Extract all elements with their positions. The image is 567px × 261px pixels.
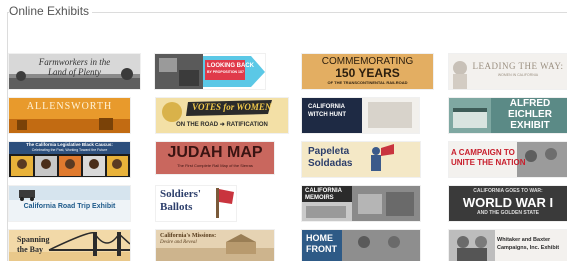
exhibit-title-line1: California Road Trip Exhibit <box>23 203 116 210</box>
exhibit-title-line1: Soldiers' <box>160 188 201 200</box>
exhibit-title-line1: CALIFORNIA GOES TO WAR: <box>473 188 543 194</box>
section-title: Online Exhibits <box>9 4 93 18</box>
exhibit-title-line3: AND THE GOLDEN STATE <box>476 210 540 216</box>
exhibit-tile-missions[interactable]: California's Missions: Desire and Reveal <box>156 230 274 261</box>
exhibit-title-line2: The First Complete Rail Map of the Sierr… <box>177 163 253 168</box>
exhibit-title-line1: ALLENSWORTH <box>26 101 113 112</box>
exhibit-tile-unite-nation[interactable]: A CAMPAIGN TO UNITE THE NATION <box>449 142 567 177</box>
exhibit-title-line2: WORLD WAR I <box>462 195 554 210</box>
exhibit-title-line2: the Bay <box>17 245 43 254</box>
leading-the-way-portrait <box>453 61 467 89</box>
exhibit-tile-votes-for-women[interactable]: VOTES for WOMEN ON THE ROAD ➜ RATIFICATI… <box>156 98 288 133</box>
exhibit-title-line1: LOOKING BACK <box>207 63 254 69</box>
exhibit-tile-whitaker-baxter[interactable]: Whitaker and Baxter Campaigns, Inc. Exhi… <box>449 230 567 261</box>
exhibit-tile-judah-map[interactable]: JUDAH MAP The First Complete Rail Map of… <box>156 142 274 174</box>
exhibit-title-line1: The California Legislative Black Caucus: <box>26 142 113 147</box>
exhibit-title-line1: JUDAH MAP <box>167 144 263 161</box>
exhibit-tile-farmworkers[interactable]: Farmworkers in the Land of Plenty <box>9 54 140 89</box>
exhibit-tile-spanning-bay[interactable]: Spanning the Bay <box>9 230 130 261</box>
exhibit-tile-transcontinental[interactable]: COMMEMORATING 150 YEARS OF THE TRANSCONT… <box>302 54 433 89</box>
exhibit-title-line2: Soldadas <box>308 158 353 169</box>
exhibit-title-line1: LEADING THE WAY: <box>472 61 564 71</box>
exhibit-title-line2: FRONT <box>306 244 337 254</box>
exhibit-title-line1: CALIFORNIA <box>308 104 345 110</box>
exhibit-tile-leading-the-way[interactable]: LEADING THE WAY: WOMEN IN CALIFORNIA <box>449 54 567 89</box>
exhibit-title-line2: Celebrating the Past, Working Toward the… <box>31 148 108 152</box>
exhibit-title-line2: Desire and Reveal <box>160 240 197 245</box>
exhibit-title-line2: UNITE THE NATION <box>451 158 526 167</box>
exhibit-title-line2: Land of Plenty <box>48 67 101 77</box>
exhibit-title-line1: Whitaker and Baxter <box>497 237 551 243</box>
exhibit-tile-allensworth[interactable]: ALLENSWORTH <box>9 98 130 133</box>
exhibit-title-line1: CALIFORNIA <box>305 188 342 194</box>
exhibit-tile-looking-back[interactable]: LOOKING BACK BY PROPOSITION 187 <box>155 54 265 89</box>
exhibit-tile-papeleta[interactable]: Papeleta Soldadas <box>302 142 420 177</box>
exhibit-tile-home-front[interactable]: HOME FRONT <box>302 230 420 261</box>
exhibit-tile-witch-hunt[interactable]: CALIFORNIA WITCH HUNT <box>302 98 419 133</box>
exhibit-title-line2: WITCH HUNT <box>308 112 346 118</box>
exhibit-title-line2: Ballots <box>160 201 193 213</box>
exhibit-title-line2: ON THE ROAD ➜ RATIFICATION <box>176 122 268 128</box>
exhibit-title-line2: Campaigns, Inc. Exhibit <box>497 245 560 251</box>
exhibit-tile-black-caucus[interactable]: The California Legislative Black Caucus:… <box>9 142 130 177</box>
exhibit-title-line1: ALFRED <box>509 98 551 109</box>
section-frame-left <box>7 12 8 261</box>
exhibit-title-line1: Spanning <box>17 235 50 244</box>
exhibit-tile-soldiers-ballots[interactable]: Soldiers' Ballots <box>156 186 236 221</box>
exhibit-tile-road-trip[interactable]: California Road Trip Exhibit <box>9 186 130 221</box>
exhibit-title-line1: VOTES for WOMEN <box>192 102 272 112</box>
exhibit-tile-eichler[interactable]: ALFRED EICHLER EXHIBIT <box>449 98 567 133</box>
exhibit-title-line2: WOMEN IN CALIFORNIA <box>497 73 539 77</box>
exhibit-title-line3: OF THE TRANSCONTINENTAL RAILROAD <box>327 80 408 85</box>
exhibit-title-line3: EXHIBIT <box>510 120 550 131</box>
exhibit-title-line1: California's Missions: <box>160 233 217 239</box>
exhibit-title-line2: EICHLER <box>508 109 552 120</box>
exhibit-title-line2: BY PROPOSITION 187 <box>207 70 244 74</box>
exhibit-tile-world-war-1[interactable]: CALIFORNIA GOES TO WAR: WORLD WAR I AND … <box>449 186 567 221</box>
exhibit-title-line1: HOME <box>306 233 333 243</box>
exhibit-title-line1: Papeleta <box>308 146 350 157</box>
exhibit-title-line2: MEMOIRS <box>305 195 334 201</box>
exhibit-tile-memoirs[interactable]: CALIFORNIA MEMOIRS <box>302 186 420 221</box>
exhibit-title-line1: A CAMPAIGN TO <box>451 148 515 157</box>
exhibit-title-line2: 150 YEARS <box>335 66 400 80</box>
